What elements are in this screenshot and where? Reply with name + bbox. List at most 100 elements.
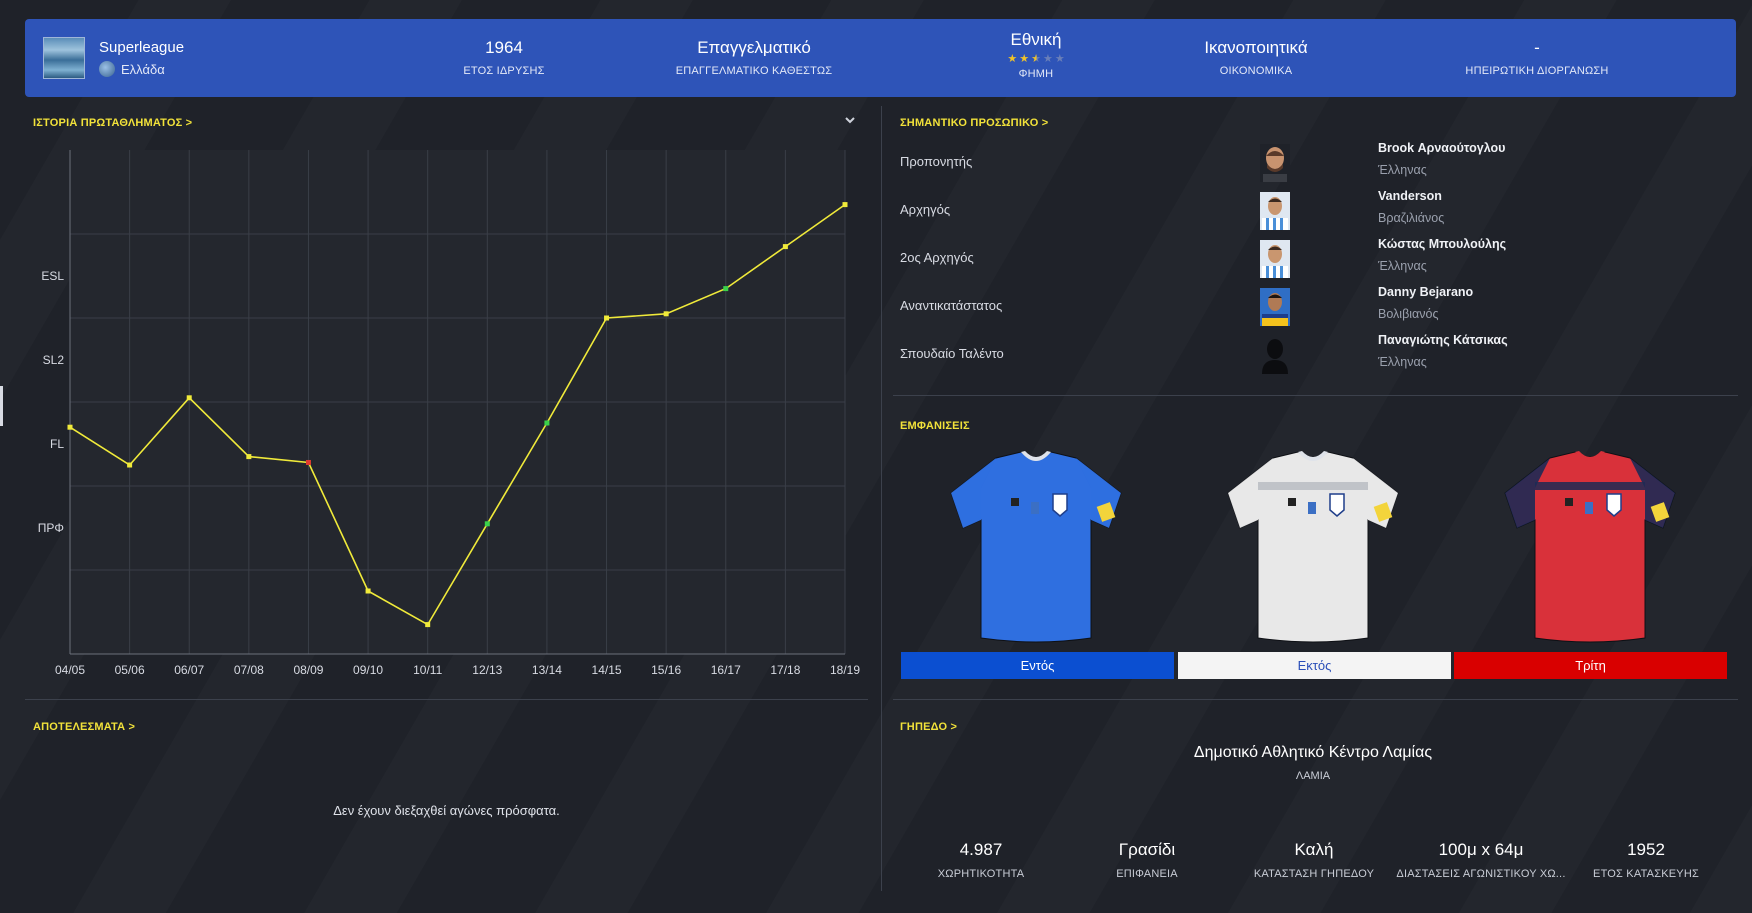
competition-header: Superleague Ελλάδα 1964 ΕΤΟΣ ΙΔΡΥΣΗΣ Επα… — [25, 19, 1736, 97]
staff-portrait[interactable] — [1260, 336, 1290, 374]
data-point[interactable] — [127, 462, 133, 468]
data-point[interactable] — [305, 459, 311, 465]
staff-portrait[interactable] — [1260, 240, 1290, 278]
kits-title: ΕΜΦΑΝΙΣΕΙΣ — [900, 420, 970, 432]
staff-row[interactable]: Προπονητής Brook Αρναούτογλου Έλληνας — [900, 141, 1740, 189]
x-tick-label: 07/08 — [234, 663, 264, 677]
x-tick-label: 17/18 — [770, 663, 800, 677]
section-divider — [893, 699, 1738, 700]
kit-shirt-1[interactable] — [1218, 448, 1408, 648]
staff-name-link[interactable]: Vanderson — [1378, 189, 1442, 203]
staff-role: 2ος Αρχηγός — [900, 250, 974, 265]
data-point[interactable] — [723, 286, 729, 292]
stadium-capacity: 4.987 ΧΩΡΗΤΙΚΟΤΗΤΑ — [938, 840, 1024, 880]
kit-home-button[interactable]: Εντός — [901, 652, 1174, 679]
staff-row[interactable]: 2ος Αρχηγός Κώστας Μπουλούλης Έλληνας — [900, 237, 1740, 285]
kit-shirt-2[interactable] — [1495, 448, 1685, 648]
staff-portrait[interactable] — [1260, 144, 1290, 182]
x-tick-label: 16/17 — [711, 663, 741, 677]
stat-reputation: Εθνική ★ ★ ★ ★ ★ ΦΗΜΗ — [1007, 29, 1064, 80]
staff-row[interactable]: Σπουδαίο Ταλέντο Παναγιώτης Κάτσικας Έλλην… — [900, 333, 1740, 381]
stat-finances: Ικανοποιητικά ΟΙΚΟΝΟΜΙΚΑ — [1204, 37, 1307, 77]
kit-shirt-0[interactable] — [941, 448, 1131, 648]
stat-label: ΕΤΟΣ ΚΑΤΑΣΚΕΥΗΣ — [1593, 868, 1699, 880]
staff-role: Σπουδαίο Ταλέντο — [900, 346, 1004, 361]
stadium-built-year: 1952 ΕΤΟΣ ΚΑΤΑΣΚΕΥΗΣ — [1593, 840, 1699, 880]
section-divider — [893, 395, 1738, 396]
chevron-down-icon[interactable] — [843, 113, 857, 127]
staff-name-link[interactable]: Brook Αρναούτογλου — [1378, 141, 1505, 155]
stat-label: ΧΩΡΗΤΙΚΟΤΗΤΑ — [937, 868, 1025, 880]
data-point[interactable] — [425, 622, 431, 628]
stat-value: Γρασίδι — [1118, 840, 1176, 859]
column-divider — [881, 106, 882, 891]
stadium-title-link[interactable]: ΓΗΠΕΔΟ > — [900, 721, 957, 733]
stat-status: Επαγγελματικό ΕΠΑΓΓΕΛΜΑΤΙΚΟ ΚΑΘΕΣΤΩΣ — [676, 37, 833, 77]
y-tick-label: ΠΡΦ — [38, 521, 64, 535]
data-point[interactable] — [67, 424, 73, 430]
x-tick-label: 05/06 — [115, 663, 145, 677]
data-point[interactable] — [782, 244, 788, 250]
results-empty-message: Δεν έχουν διεξαχθεί αγώνες πρόσφατα. — [333, 803, 560, 818]
staff-role: Αρχηγός — [900, 202, 951, 217]
kit-button-label: Τρίτη — [1575, 658, 1606, 673]
staff-row[interactable]: Αρχηγός Vanderson Βραζιλιάνος — [900, 189, 1740, 237]
stadium-name[interactable]: Δημοτικό Αθλητικό Κέντρο Λαμίας — [893, 744, 1733, 762]
stadium-title: ΓΗΠΕΔΟ — [900, 721, 948, 733]
stadium-pitch-condition: Καλή ΚΑΤΑΣΤΑΣΗ ΓΗΠΕΔΟΥ — [1254, 840, 1374, 880]
staff-name-link[interactable]: Κώστας Μπουλούλης — [1378, 237, 1506, 251]
staff-portrait[interactable] — [1260, 288, 1290, 326]
x-tick-label: 14/15 — [592, 663, 622, 677]
country-label: Ελλάδα — [121, 61, 165, 77]
data-point[interactable] — [544, 420, 550, 426]
x-tick-label: 12/13 — [472, 663, 502, 677]
window-edge-handle[interactable] — [0, 386, 3, 426]
x-tick-label: 15/16 — [651, 663, 681, 677]
y-tick-label: ESL — [41, 269, 64, 283]
kit-button-label: Εντός — [1020, 658, 1055, 673]
stat-founded: 1964 ΕΤΟΣ ΙΔΡΥΣΗΣ — [463, 37, 544, 77]
data-point[interactable] — [663, 311, 669, 317]
half-star-icon: ★ — [1031, 53, 1041, 65]
staff-role: Αναντικατάστατος — [900, 298, 1003, 313]
staff-nationality: Βολιβιανός — [1378, 307, 1439, 321]
history-title-link[interactable]: ΙΣΤΟΡΙΑ ΠΡΩΤΑΘΛΗΜΑΤΟΣ > — [33, 117, 192, 129]
data-point[interactable] — [604, 315, 610, 321]
data-point[interactable] — [842, 202, 848, 208]
staff-name-link[interactable]: Danny Bejarano — [1378, 285, 1473, 299]
results-title-link[interactable]: ΑΠΟΤΕΛΕΣΜΑΤΑ > — [33, 721, 135, 733]
staff-nationality: Έλληνας — [1378, 259, 1427, 273]
data-point[interactable] — [365, 588, 371, 594]
data-point[interactable] — [246, 454, 252, 460]
stat-value: Ικανοποιητικά — [1204, 38, 1308, 57]
stat-label: ΦΗΜΗ — [1018, 68, 1054, 80]
staff-row[interactable]: Αναντικατάστατος Danny Bejarano Βολιβιανός — [900, 285, 1740, 333]
stat-value: - — [1534, 38, 1540, 57]
x-tick-label: 18/19 — [830, 663, 860, 677]
x-tick-label: 08/09 — [293, 663, 323, 677]
x-tick-label: 06/07 — [174, 663, 204, 677]
staff-name-link[interactable]: Παναγιώτης Κάτσικας — [1378, 333, 1508, 347]
kit-away-button[interactable]: Εκτός — [1178, 652, 1451, 679]
stat-value: 1964 — [485, 38, 523, 57]
staff-portrait[interactable] — [1260, 192, 1290, 230]
stat-label: ΟΙΚΟΝΟΜΙΚΑ — [1219, 65, 1293, 77]
kit-third-button[interactable]: Τρίτη — [1454, 652, 1727, 679]
stat-label: ΔΙΑΣΤΑΣΕΙΣ ΑΓΩΝΙΣΤΙΚΟΥ ΧΩ... — [1396, 868, 1566, 880]
competition-country[interactable]: Ελλάδα — [99, 61, 165, 77]
stat-label: ΗΠΕΙΡΩΤΙΚΗ ΔΙΟΡΓΑΝΩΣΗ — [1465, 65, 1609, 77]
competition-logo[interactable] — [43, 37, 85, 79]
chevron-right-icon: > — [950, 721, 958, 733]
data-point[interactable] — [484, 521, 490, 527]
league-history-chart: ΠΡΦ FL SL2 ESL 04/05 05/06 06/07 07/08 08/09 09/1… — [38, 150, 860, 677]
star-icon: ★ — [1042, 53, 1053, 65]
stat-value: Επαγγελματικό — [697, 38, 811, 57]
data-point[interactable] — [186, 395, 192, 401]
staff-title: ΣΗΜΑΝΤΙΚΟ ΠΡΟΣΩΠΙΚΟ — [900, 117, 1039, 129]
staff-nationality: Έλληνας — [1378, 355, 1427, 369]
star-icon: ★ — [1054, 53, 1065, 65]
chevron-right-icon: > — [1041, 117, 1049, 129]
competition-name[interactable]: Superleague — [99, 39, 184, 56]
staff-title-link[interactable]: ΣΗΜΑΝΤΙΚΟ ΠΡΟΣΩΠΙΚΟ > — [900, 117, 1048, 129]
reputation-stars: ★ ★ ★ ★ ★ — [1007, 53, 1064, 65]
